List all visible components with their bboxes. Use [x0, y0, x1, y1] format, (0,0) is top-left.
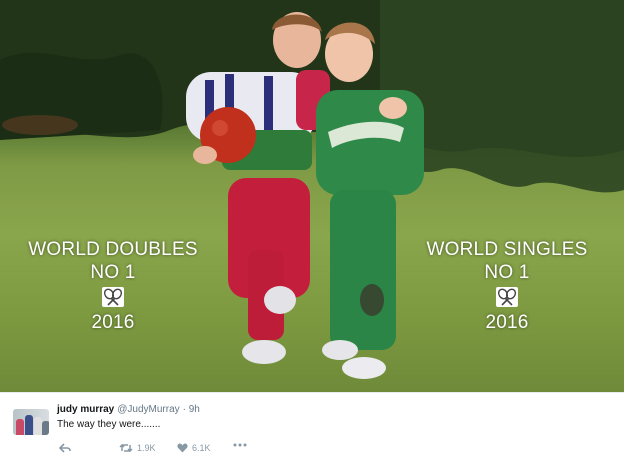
- retweet-icon: [119, 443, 133, 453]
- tweet-header: judy murray @JudyMurray · 9h: [57, 404, 200, 415]
- tweet-text: The way they were.......: [57, 419, 161, 430]
- caption-year: 2016: [485, 312, 529, 333]
- crossed-tennis-rackets-icon: [496, 287, 518, 307]
- caption-rank: NO 1: [484, 262, 530, 283]
- retweet-count: 1.9K: [137, 443, 156, 453]
- caption-rank: NO 1: [90, 262, 136, 283]
- more-options-button[interactable]: [233, 443, 247, 447]
- user-handle[interactable]: @JudyMurray: [117, 404, 179, 415]
- tweet-card: judy murray @JudyMurray · 9h The way they …: [0, 392, 624, 467]
- reply-icon: [59, 443, 71, 453]
- world-singles-caption: WORLD SINGLES NO 1 2016: [422, 238, 592, 334]
- caption-title: WORLD DOUBLES: [28, 239, 198, 260]
- like-count: 6.1K: [192, 443, 211, 453]
- avatar[interactable]: [13, 409, 49, 435]
- tweet-actions: 1.9K 6.1K: [57, 443, 277, 457]
- more-options-icon: [233, 443, 247, 447]
- like-button[interactable]: 6.1K: [177, 443, 211, 453]
- retweet-button[interactable]: 1.9K: [119, 443, 156, 453]
- caption-year: 2016: [91, 312, 135, 333]
- display-name[interactable]: judy murray: [57, 404, 114, 415]
- crossed-tennis-rackets-icon: [102, 287, 124, 307]
- reply-button[interactable]: [59, 443, 71, 453]
- caption-title: WORLD SINGLES: [426, 239, 588, 260]
- like-heart-icon: [177, 443, 188, 453]
- world-doubles-caption: WORLD DOUBLES NO 1 2016: [24, 238, 202, 334]
- tweet-photo[interactable]: WORLD DOUBLES NO 1 2016 WORLD SINGLES NO…: [0, 0, 624, 392]
- tweet-timestamp[interactable]: · 9h: [183, 404, 200, 415]
